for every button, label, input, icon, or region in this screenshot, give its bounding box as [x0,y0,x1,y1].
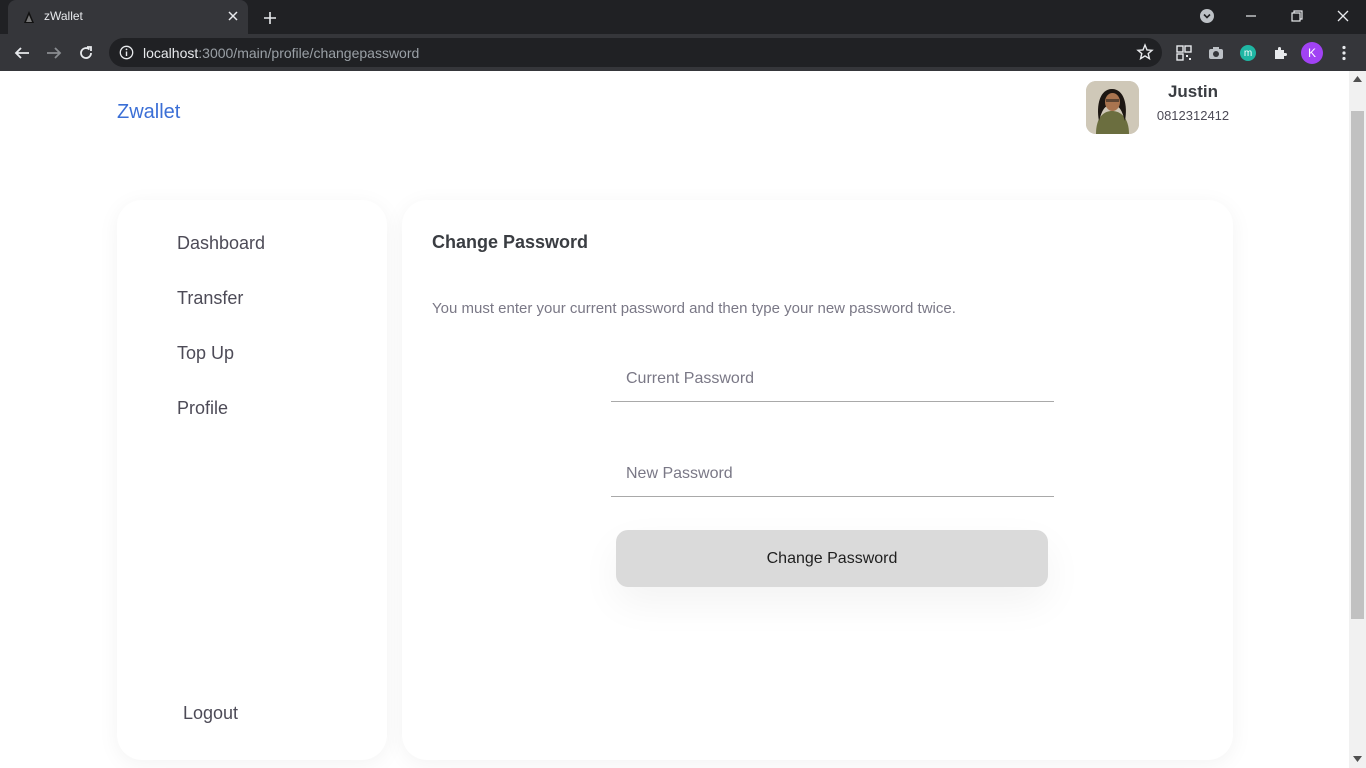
new-password-input[interactable] [611,452,1054,497]
forward-icon[interactable] [40,39,68,67]
browser-menu-icon[interactable] [1333,42,1355,64]
extensions-puzzle-icon[interactable] [1269,42,1291,64]
app-favicon-icon [24,11,34,23]
sidebar-item-profile[interactable]: Profile [177,398,228,419]
page-scrollbar[interactable] [1349,71,1366,768]
user-name: Justin [1167,82,1219,101]
user-photo-icon [1086,81,1139,134]
change-password-panel: Change Password You must enter your curr… [402,200,1233,760]
brand-logo[interactable]: Zwallet [117,101,180,124]
url-path: :3000/main/profile/changepassword [198,45,420,61]
sidebar-item-top-up[interactable]: Top Up [177,343,234,364]
extension-m-icon[interactable]: m [1237,42,1259,64]
browser-tab-strip: zWallet [0,0,1366,34]
url-text: localhost:3000/main/profile/changepasswo… [143,45,419,61]
instructions-text: You must enter your current password and… [432,300,956,317]
address-bar[interactable]: localhost:3000/main/profile/changepasswo… [109,38,1162,67]
sidebar-item-transfer[interactable]: Transfer [177,288,243,309]
browser-profile-avatar[interactable]: K [1301,42,1323,64]
restore-icon[interactable] [1274,0,1320,32]
camera-icon[interactable] [1205,42,1227,64]
sidebar: Dashboard Transfer Top Up Profile Logout [117,200,387,760]
scrollbar-thumb[interactable] [1351,111,1364,619]
page-title: Change Password [432,232,589,252]
back-icon[interactable] [8,39,36,67]
user-phone: 0812312412 [1156,108,1230,123]
browser-tab[interactable]: zWallet [8,0,248,34]
bookmark-star-icon[interactable] [1136,43,1154,66]
browser-toolbar: localhost:3000/main/profile/changepasswo… [0,34,1366,71]
user-avatar[interactable] [1086,81,1139,134]
page-viewport: Zwallet Justin 0812312412 Dashboard Tran… [0,71,1349,768]
scroll-up-icon[interactable] [1353,76,1362,82]
current-password-input[interactable] [611,357,1054,402]
url-host: localhost [143,45,199,61]
minimize-icon[interactable] [1228,0,1274,32]
close-tab-icon[interactable] [224,7,242,25]
scroll-down-icon[interactable] [1353,756,1362,762]
reload-icon[interactable] [72,39,100,67]
logout-button[interactable]: Logout [183,703,238,724]
site-info-icon[interactable] [119,45,134,65]
extension-letter: m [1240,45,1256,61]
change-password-button[interactable]: Change Password [616,530,1048,587]
new-tab-icon[interactable] [258,6,282,30]
tab-search-icon[interactable] [1184,0,1230,32]
qr-code-icon[interactable] [1173,42,1195,64]
tab-title: zWallet [44,9,83,23]
sidebar-item-dashboard[interactable]: Dashboard [177,233,265,254]
close-window-icon[interactable] [1320,0,1366,32]
